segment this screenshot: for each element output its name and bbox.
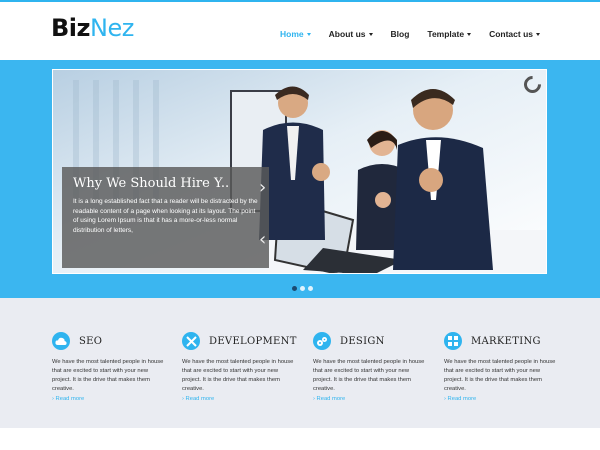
- caret-down-icon: [467, 33, 472, 36]
- feature-title: MARKETING: [471, 336, 541, 347]
- feature-desc: We have the most talented people in hous…: [52, 359, 164, 392]
- slider-pagination: [292, 286, 313, 291]
- chevron-left-icon[interactable]: ‹: [259, 229, 266, 250]
- nav-label: Contact us: [489, 29, 533, 39]
- slide-text: It is a long established fact that a rea…: [73, 198, 258, 234]
- main-nav: Home About us Blog Template Contact us: [280, 29, 540, 39]
- caret-down-icon: [306, 33, 311, 36]
- site-logo[interactable]: BizNez: [51, 14, 134, 42]
- features-section: SEO We have the most talented people in …: [0, 298, 600, 428]
- feature-title: SEO: [79, 336, 103, 347]
- slider-dot-2[interactable]: [300, 286, 305, 291]
- feature-title: DEVELOPMENT: [209, 336, 297, 347]
- slide-arrows: › ‹: [255, 167, 275, 268]
- nav-label: Blog: [390, 29, 410, 39]
- feature-desc: We have the most talented people in hous…: [444, 359, 556, 392]
- logo-text-nez: Nez: [90, 14, 134, 42]
- page-bottom: [0, 428, 600, 450]
- read-more-link[interactable]: › Read more: [182, 396, 214, 402]
- slider-dot-1[interactable]: [292, 286, 297, 291]
- site-header: BizNez Home About us Blog Template Conta…: [0, 2, 600, 60]
- logo-text-biz: Biz: [51, 14, 91, 42]
- nav-label: Template: [427, 29, 465, 39]
- nav-item-template[interactable]: Template: [427, 29, 472, 39]
- nav-label: Home: [280, 29, 304, 39]
- slider-dot-3[interactable]: [308, 286, 313, 291]
- read-more-label: Read more: [316, 396, 346, 402]
- chevron-right-icon[interactable]: ›: [259, 177, 266, 198]
- feature-title: DESIGN: [340, 336, 385, 347]
- nav-item-contact-us[interactable]: Contact us: [489, 29, 540, 39]
- slide-title: Why We Should Hire Y..: [73, 176, 230, 191]
- cloud-icon: [52, 332, 70, 350]
- read-more-link[interactable]: › Read more: [52, 396, 84, 402]
- nav-item-about-us[interactable]: About us: [329, 29, 373, 39]
- feature-desc: We have the most talented people in hous…: [313, 359, 425, 392]
- read-more-link[interactable]: › Read more: [444, 396, 476, 402]
- nav-label: About us: [328, 29, 366, 39]
- read-more-label: Read more: [55, 396, 85, 402]
- caret-down-icon: [368, 33, 373, 36]
- nav-item-home[interactable]: Home: [280, 29, 311, 39]
- hero-slide: Why We Should Hire Y.. It is a long esta…: [52, 69, 547, 274]
- hero-section: Why We Should Hire Y.. It is a long esta…: [0, 60, 600, 298]
- nav-item-blog[interactable]: Blog: [391, 29, 410, 39]
- feature-desc: We have the most talented people in hous…: [182, 359, 294, 392]
- slide-caption: Why We Should Hire Y.. It is a long esta…: [62, 167, 269, 268]
- read-more-label: Read more: [185, 396, 215, 402]
- gears-icon: [313, 332, 331, 350]
- read-more-label: Read more: [447, 396, 477, 402]
- caret-down-icon: [536, 33, 540, 36]
- read-more-link[interactable]: › Read more: [313, 396, 345, 402]
- tools-icon: [182, 332, 200, 350]
- grid-icon: [444, 332, 462, 350]
